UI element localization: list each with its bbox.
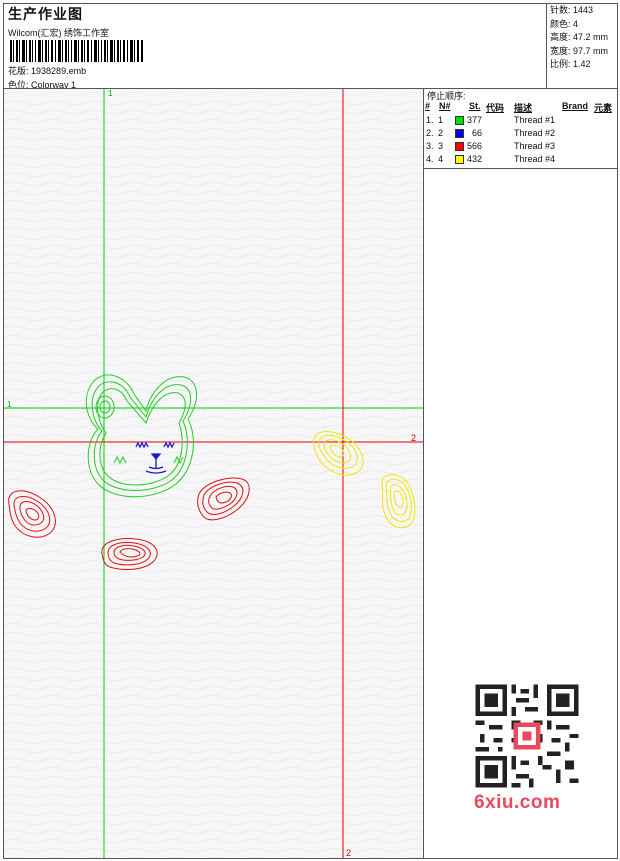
design-file: 1938289.emb <box>31 66 87 76</box>
row-index: 1. <box>426 115 434 125</box>
thread-swatch <box>455 142 464 151</box>
thread-swatch <box>455 155 464 164</box>
col-n-header: N# <box>439 101 451 111</box>
barcode <box>10 40 143 62</box>
stitch-count: 针数: 1443 <box>550 5 594 15</box>
design-canvas: 1 1 2 2 <box>4 89 423 858</box>
design-file-line: 花版: 1938289.emb <box>8 64 86 77</box>
row-n: 4 <box>438 154 444 164</box>
row-n: 3 <box>438 141 444 151</box>
col-st-header: St. <box>469 101 481 111</box>
green-v-label: 1 <box>108 89 113 98</box>
col-brand-header: Brand <box>562 101 589 111</box>
row-index: 2. <box>426 128 434 138</box>
thread-code: 66 <box>472 128 483 138</box>
thread-desc: Thread #3 <box>514 141 556 151</box>
thread-code: 377 <box>467 115 483 125</box>
fabric-texture <box>4 89 423 858</box>
col-element-header: 元素 <box>594 103 613 113</box>
thread-code: 432 <box>467 154 483 164</box>
panel-divider <box>423 88 424 859</box>
header-info: 生产作业图 Wilcom(汇宏) 绣饰工作室 花版: 1938289.emb 色… <box>4 4 544 90</box>
page-title: 生产作业图 <box>8 6 83 22</box>
stop-row: 4. 4 432 Thread #4 <box>424 154 618 167</box>
thread-desc: Thread #1 <box>514 115 556 125</box>
thread-swatch <box>455 116 464 125</box>
col-index-header: # <box>425 101 431 111</box>
stop-row: 3. 3 566 Thread #3 <box>424 141 618 154</box>
row-index: 3. <box>426 141 434 151</box>
thread-desc: Thread #2 <box>514 128 556 138</box>
thread-desc: Thread #4 <box>514 154 556 164</box>
qr-code <box>471 680 583 792</box>
design-scale: 比例: 1.42 <box>550 59 591 70</box>
design-height: 高度: 47.2 mm <box>550 32 609 43</box>
stop-row: 1. 1 377 Thread #1 <box>424 115 618 128</box>
thread-swatch <box>455 129 464 138</box>
green-h-label: 1 <box>7 400 12 409</box>
col-desc-header: 描述 <box>514 103 533 113</box>
stop-sequence-panel: 停止顺序: # N# St. 代码 描述 Brand 元素 1. 1 377 T… <box>424 89 618 169</box>
row-n: 1 <box>438 115 444 125</box>
col-code-header: 代码 <box>486 103 505 113</box>
row-index: 4. <box>426 154 434 164</box>
stop-sequence-bottom-rule <box>424 168 618 169</box>
watermark-text: 6xiu.com <box>474 792 561 813</box>
thread-code: 566 <box>467 141 483 151</box>
stop-row: 2. 2 66 Thread #2 <box>424 128 618 141</box>
red-v-label: 2 <box>346 848 351 858</box>
design-stats: 针数: 1443 颜色: 4 高度: 47.2 mm 宽度: 97.7 mm 比… <box>546 4 619 88</box>
red-h-label: 2 <box>411 433 416 443</box>
design-label: 花版: <box>8 66 29 76</box>
design-width: 宽度: 97.7 mm <box>550 45 609 56</box>
studio-name: Wilcom(汇宏) 绣饰工作室 <box>8 28 109 38</box>
color-count: 颜色: 4 <box>550 18 579 29</box>
row-n: 2 <box>438 128 444 138</box>
